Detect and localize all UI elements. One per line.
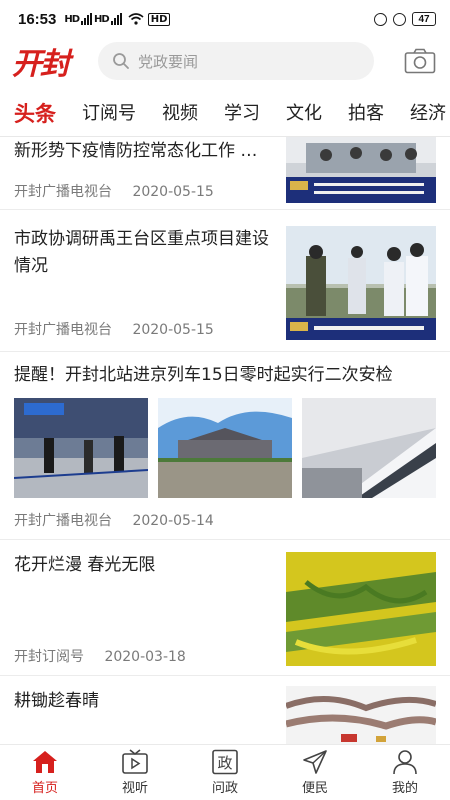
news-title: 市政协调研禹王台区重点项目建设情况 bbox=[14, 229, 269, 276]
camera-icon[interactable] bbox=[404, 48, 436, 74]
news-thumbnail bbox=[286, 226, 436, 340]
nav-profile[interactable]: 我的 bbox=[360, 745, 450, 800]
news-item[interactable]: 提醒！开封北站进京列车15日零时起实行二次安检 开封广播电视台 2020-05-… bbox=[0, 352, 450, 540]
news-thumbnail bbox=[286, 137, 436, 203]
search-icon bbox=[112, 52, 130, 70]
news-feed: 新形势下疫情防控常态化工作 … 开封广播电视台 2020-05-15 市政协调研… bbox=[0, 137, 450, 744]
app-header: 开封 党政要闻 bbox=[0, 38, 450, 84]
tab-economy[interactable]: 经济 bbox=[397, 92, 450, 136]
network-type-1: HD bbox=[64, 14, 80, 25]
status-time: 16:53 bbox=[18, 10, 57, 28]
person-icon bbox=[391, 749, 419, 775]
nav-profile-label: 我的 bbox=[391, 781, 418, 796]
tab-study[interactable]: 学习 bbox=[211, 92, 273, 136]
home-icon bbox=[31, 749, 59, 775]
svg-text:政: 政 bbox=[217, 754, 232, 772]
dnd-icon bbox=[393, 12, 406, 26]
nav-inquiry-label: 问政 bbox=[211, 781, 238, 796]
nav-inquiry[interactable]: 政 问政 bbox=[180, 745, 270, 800]
search-placeholder: 党政要闻 bbox=[138, 52, 199, 71]
news-item[interactable]: 新形势下疫情防控常态化工作 … 开封广播电视台 2020-05-15 bbox=[0, 137, 450, 210]
news-date: 2020-03-18 bbox=[104, 649, 186, 665]
news-image-1 bbox=[14, 398, 148, 498]
news-source: 开封广播电视台 bbox=[14, 322, 112, 338]
nav-home[interactable]: 首页 bbox=[0, 745, 90, 800]
status-bar: 16:53 HD HD HD 47 bbox=[0, 0, 450, 38]
news-date: 2020-05-14 bbox=[132, 513, 214, 529]
nav-media-label: 视听 bbox=[121, 781, 148, 796]
news-item[interactable]: 耕锄趁春晴 bbox=[0, 676, 450, 744]
tab-photographer[interactable]: 拍客 bbox=[335, 92, 397, 136]
battery-icon: 47 bbox=[412, 12, 436, 26]
bottom-nav: 首页 视听 政 问政 便民 我的 bbox=[0, 744, 450, 800]
news-title: 提醒！开封北站进京列车15日零时起实行二次安检 bbox=[14, 365, 393, 385]
news-source: 开封广播电视台 bbox=[14, 513, 112, 529]
tab-headlines[interactable]: 头条 bbox=[0, 92, 69, 136]
news-title: 花开烂漫 春光无限 bbox=[14, 555, 156, 575]
zheng-icon: 政 bbox=[211, 749, 239, 775]
news-meta: 开封广播电视台 2020-05-14 bbox=[14, 510, 214, 530]
news-title: 耕锄趁春晴 bbox=[14, 691, 99, 711]
news-title: 新形势下疫情防控常态化工作 … bbox=[14, 141, 258, 161]
nav-media[interactable]: 视听 bbox=[90, 745, 180, 800]
tv-icon bbox=[121, 749, 149, 775]
news-item[interactable]: 市政协调研禹王台区重点项目建设情况 开封广播电视台 2020-05-15 bbox=[0, 210, 450, 352]
search-bar[interactable]: 党政要闻 bbox=[98, 42, 374, 80]
news-thumbnail bbox=[286, 552, 436, 666]
signal-icon: HD HD bbox=[64, 13, 122, 25]
nav-services-label: 便民 bbox=[301, 781, 328, 796]
send-icon bbox=[301, 749, 329, 775]
news-source: 开封订阅号 bbox=[14, 649, 84, 665]
news-date: 2020-05-15 bbox=[132, 184, 214, 200]
nav-services[interactable]: 便民 bbox=[270, 745, 360, 800]
news-meta: 开封广播电视台 2020-05-15 bbox=[14, 319, 214, 339]
alarm-icon bbox=[374, 12, 387, 26]
news-image-3 bbox=[302, 398, 436, 498]
tab-culture[interactable]: 文化 bbox=[273, 92, 335, 136]
news-item[interactable]: 花开烂漫 春光无限 开封订阅号 2020-03-18 bbox=[0, 540, 450, 676]
tab-video[interactable]: 视频 bbox=[149, 92, 211, 136]
news-image-2 bbox=[158, 398, 292, 498]
news-date: 2020-05-15 bbox=[132, 322, 214, 338]
network-type-2: HD bbox=[94, 14, 110, 25]
nav-home-label: 首页 bbox=[31, 781, 58, 796]
news-meta: 开封订阅号 2020-03-18 bbox=[14, 646, 186, 666]
channel-tabs: 头条 订阅号 视频 学习 文化 拍客 经济 bbox=[0, 92, 450, 136]
app-logo[interactable]: 开封 bbox=[12, 39, 92, 83]
hd-icon: HD bbox=[147, 12, 171, 26]
tab-subscriptions[interactable]: 订阅号 bbox=[69, 92, 149, 136]
wifi-icon bbox=[128, 13, 144, 25]
news-thumbnail bbox=[286, 686, 436, 744]
news-source: 开封广播电视台 bbox=[14, 184, 112, 200]
news-meta: 开封广播电视台 2020-05-15 bbox=[14, 181, 214, 201]
